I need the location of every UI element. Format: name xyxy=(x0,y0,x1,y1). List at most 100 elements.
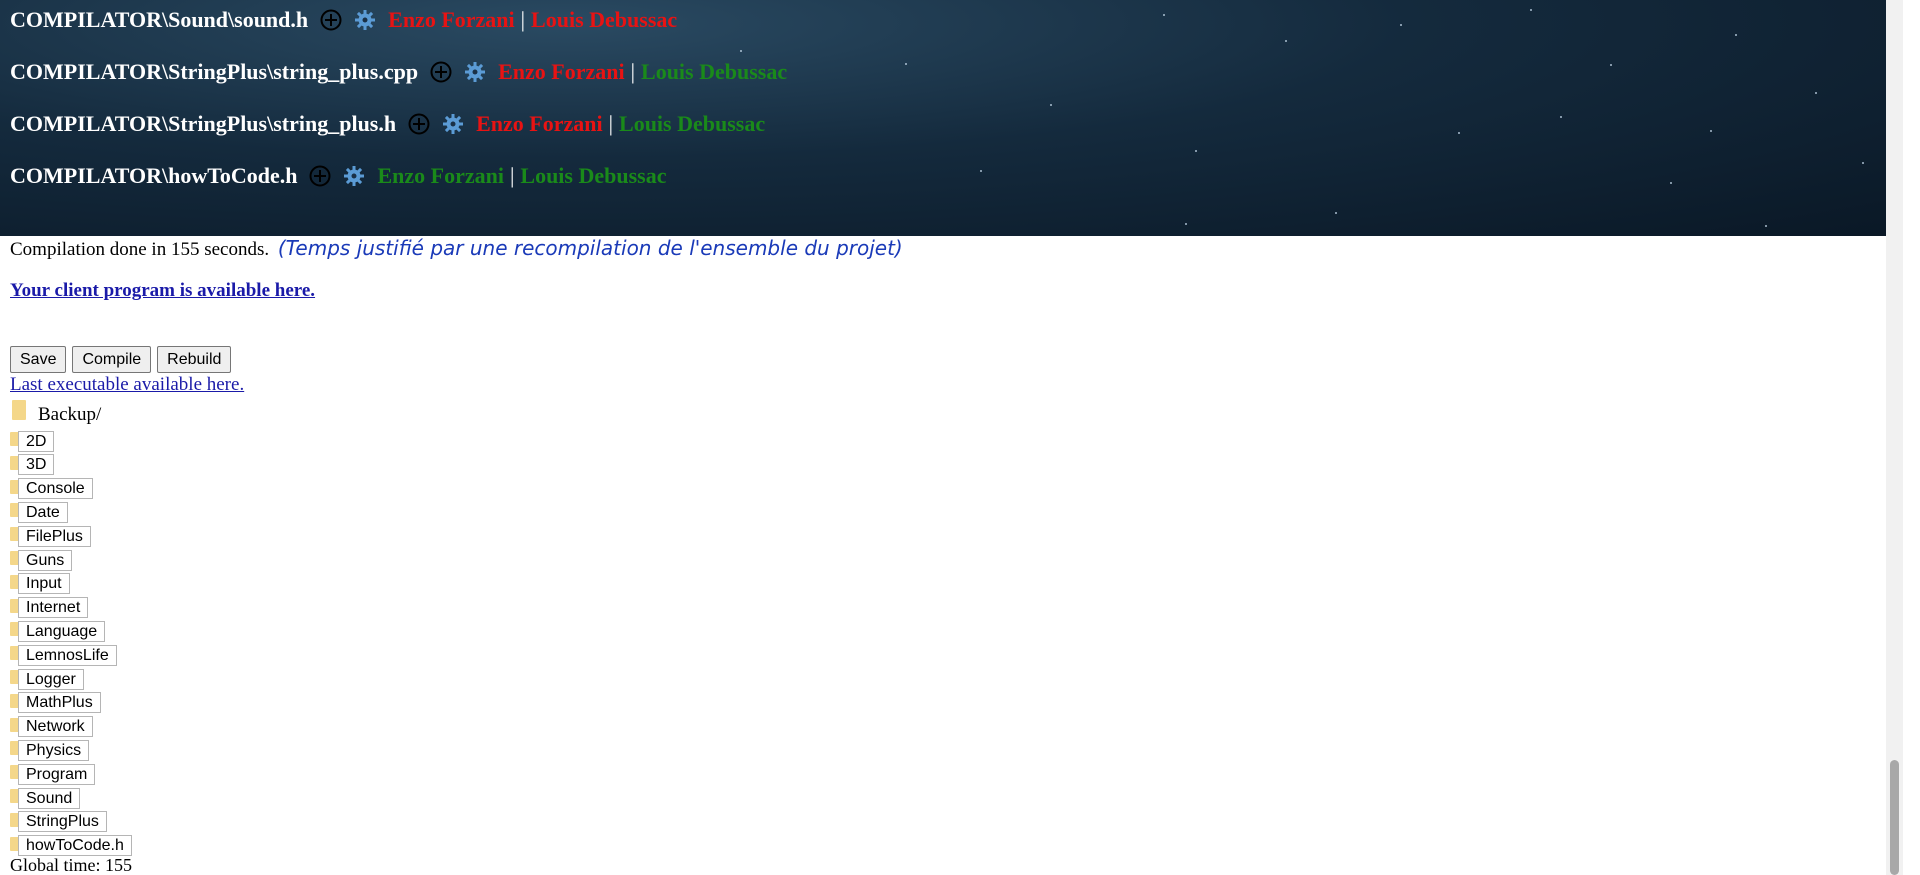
folder-item: Date xyxy=(10,501,68,523)
plus-circle-icon[interactable] xyxy=(430,61,452,83)
folder-item: Network xyxy=(10,716,93,738)
folder-item: Program xyxy=(10,763,96,785)
folder-button[interactable]: Physics xyxy=(18,739,90,761)
folder-item: LemnosLife xyxy=(10,644,117,666)
plus-circle-icon[interactable] xyxy=(320,9,342,31)
main-content: Compilation done in 155 seconds. (Temps … xyxy=(0,236,1888,875)
star xyxy=(1815,92,1817,94)
gear-icon[interactable] xyxy=(442,113,464,135)
folder-button[interactable]: StringPlus xyxy=(18,811,107,833)
gear-icon[interactable] xyxy=(343,165,365,187)
page: COMPILATOR\Sound\sound.h Enzo Forzani | Lou… xyxy=(0,0,1903,875)
scrollbar-thumb[interactable] xyxy=(1890,760,1899,875)
star xyxy=(1610,64,1612,66)
star xyxy=(1335,212,1337,214)
star xyxy=(1195,150,1197,152)
author-separator: | xyxy=(630,59,636,84)
folder-button[interactable]: FilePlus xyxy=(18,525,91,547)
star xyxy=(1670,182,1672,184)
plus-circle-icon[interactable] xyxy=(408,113,430,135)
folder-button[interactable]: Language xyxy=(18,620,106,642)
file-row: COMPILATOR\StringPlus\string_plus.h Enzo … xyxy=(10,109,765,139)
author-enzo: Enzo Forzani xyxy=(498,59,625,84)
folder-item: Guns xyxy=(10,549,73,571)
folder-button[interactable]: 2D xyxy=(18,430,55,452)
folder-item: MathPlus xyxy=(10,692,101,714)
folder-button[interactable]: LemnosLife xyxy=(18,644,117,666)
folder-item: 2D xyxy=(10,430,55,452)
folder-item: Input xyxy=(10,573,70,595)
folder-item: FilePlus xyxy=(10,525,91,547)
folder-button[interactable]: MathPlus xyxy=(18,692,101,714)
file-path: COMPILATOR\StringPlus\string_plus.cpp xyxy=(10,59,419,84)
backup-folder[interactable]: Backup/ xyxy=(10,398,101,426)
folder-button[interactable]: Input xyxy=(18,573,70,595)
folder-button[interactable]: Logger xyxy=(18,668,84,690)
folder-button[interactable]: Program xyxy=(18,763,96,785)
folder-button[interactable]: howToCode.h xyxy=(18,835,132,857)
folder-item: StringPlus xyxy=(10,811,107,833)
action-toolbar: Save Compile Rebuild xyxy=(10,346,232,373)
folder-item: Language xyxy=(10,620,106,642)
folder-item: Internet xyxy=(10,597,89,619)
star xyxy=(1710,130,1712,132)
author-separator: | xyxy=(608,111,614,136)
star xyxy=(905,63,907,65)
file-path: COMPILATOR\Sound\sound.h xyxy=(10,7,309,32)
star xyxy=(1862,162,1864,164)
folder-button[interactable]: Date xyxy=(18,501,68,523)
folder-item: howToCode.h xyxy=(10,835,132,857)
folder-item: Physics xyxy=(10,739,90,761)
file-row: COMPILATOR\StringPlus\string_plus.cpp Enz… xyxy=(10,57,787,87)
folder-button[interactable]: Network xyxy=(18,716,93,738)
folder-item: Sound xyxy=(10,787,81,809)
folder-button[interactable]: Sound xyxy=(18,787,81,809)
star xyxy=(1285,40,1287,42)
star xyxy=(1458,132,1460,134)
author-enzo: Enzo Forzani xyxy=(476,111,603,136)
author-louis: Louis Debussac xyxy=(531,7,678,32)
status-note: (Temps justifié par une recompilation de… xyxy=(277,236,903,260)
star xyxy=(980,170,982,172)
global-time: Global time: 155 xyxy=(10,855,132,875)
star xyxy=(1185,223,1187,225)
star xyxy=(1050,104,1052,106)
file-row: COMPILATOR\howToCode.h Enzo Forzani | Louis… xyxy=(10,161,666,191)
vertical-scrollbar[interactable] xyxy=(1886,0,1903,875)
folder-button[interactable]: Console xyxy=(18,478,93,500)
file-path: COMPILATOR\howToCode.h xyxy=(10,163,298,188)
folder-icon xyxy=(10,400,28,420)
author-separator: | xyxy=(520,7,526,32)
compilation-status: Compilation done in 155 seconds. (Temps … xyxy=(10,236,903,261)
star xyxy=(1560,116,1562,118)
plus-circle-icon[interactable] xyxy=(309,165,331,187)
folder-item: Logger xyxy=(10,668,84,690)
folder-button[interactable]: Internet xyxy=(18,597,89,619)
star xyxy=(1735,34,1737,36)
starry-header: COMPILATOR\Sound\sound.h Enzo Forzani | Lou… xyxy=(0,0,1888,236)
star xyxy=(1163,14,1165,16)
star xyxy=(1400,24,1402,26)
folder-button[interactable]: Guns xyxy=(18,549,73,571)
gear-icon[interactable] xyxy=(464,61,486,83)
last-executable-link[interactable]: Last executable available here. xyxy=(10,374,244,396)
folder-item: Console xyxy=(10,478,93,500)
author-louis: Louis Debussac xyxy=(520,163,667,188)
author-louis: Louis Debussac xyxy=(641,59,788,84)
folder-item: 3D xyxy=(10,454,55,476)
author-enzo: Enzo Forzani xyxy=(377,163,504,188)
star xyxy=(1765,225,1767,227)
rebuild-button[interactable]: Rebuild xyxy=(157,346,232,373)
status-text: Compilation done in 155 seconds. xyxy=(10,239,270,260)
file-path: COMPILATOR\StringPlus\string_plus.h xyxy=(10,111,397,136)
author-enzo: Enzo Forzani xyxy=(388,7,515,32)
client-program-link[interactable]: Your client program is available here. xyxy=(10,280,315,302)
folder-button[interactable]: 3D xyxy=(18,454,55,476)
file-row: COMPILATOR\Sound\sound.h Enzo Forzani | Lou… xyxy=(10,5,677,35)
star xyxy=(740,50,742,52)
compile-button[interactable]: Compile xyxy=(72,346,152,373)
author-louis: Louis Debussac xyxy=(619,111,766,136)
backup-label: Backup/ xyxy=(38,404,102,425)
gear-icon[interactable] xyxy=(354,9,376,31)
save-button[interactable]: Save xyxy=(10,346,67,373)
